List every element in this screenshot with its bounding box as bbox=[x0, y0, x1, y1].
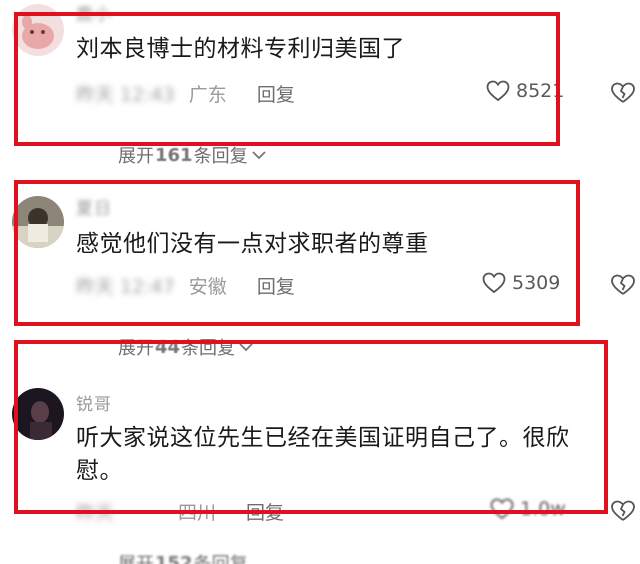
broken-heart-icon[interactable] bbox=[610, 274, 636, 296]
reply-count: 161 bbox=[155, 144, 193, 166]
highlight-box-2 bbox=[14, 180, 580, 326]
expand-suffix: 条回复 bbox=[194, 550, 248, 564]
broken-heart-icon[interactable] bbox=[610, 500, 636, 522]
highlight-box-1 bbox=[14, 12, 560, 146]
chevron-down-icon bbox=[251, 151, 266, 160]
expand-replies[interactable]: 展开 152 条回复 bbox=[118, 550, 248, 564]
reply-count: 152 bbox=[155, 552, 193, 564]
broken-heart-icon[interactable] bbox=[610, 82, 636, 104]
expand-label: 展开 bbox=[118, 550, 154, 564]
highlight-box-3 bbox=[14, 340, 608, 514]
